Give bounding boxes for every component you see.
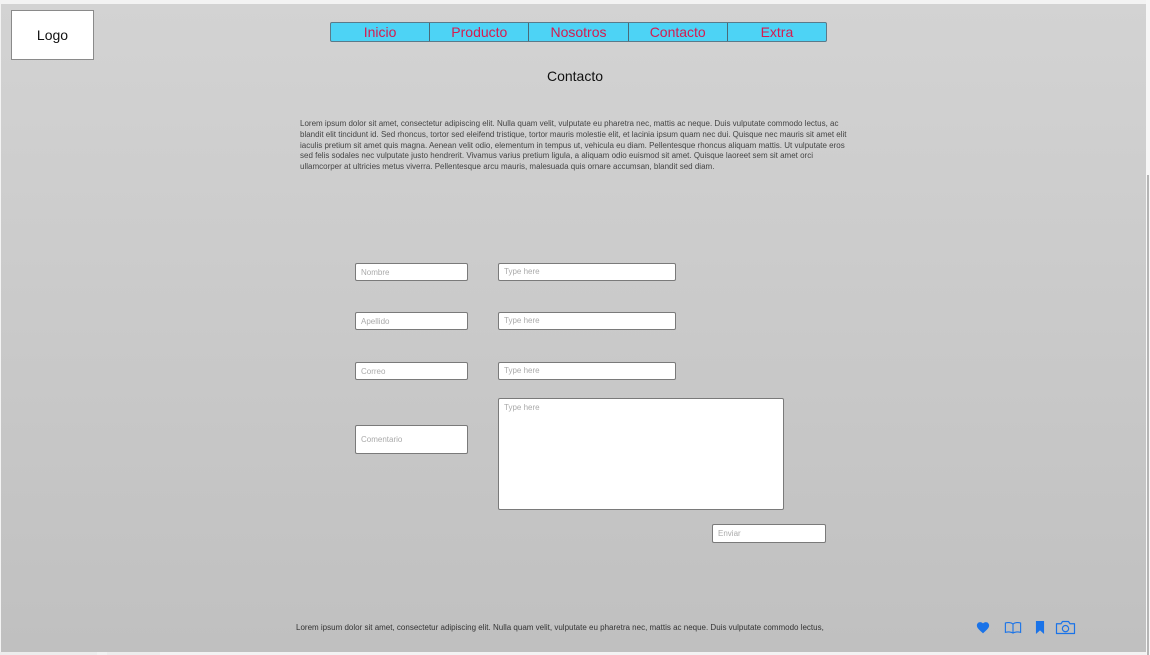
nav-item-contacto[interactable]: Contacto	[629, 23, 728, 41]
nombre-label: Nombre	[355, 263, 468, 281]
apellido-input[interactable]: Type here	[498, 312, 676, 330]
scrollbar-thumb[interactable]	[1147, 175, 1149, 655]
logo[interactable]: Logo	[11, 10, 94, 60]
book-icon[interactable]	[1004, 621, 1022, 634]
camera-icon[interactable]	[1055, 620, 1076, 635]
intro-text: Lorem ipsum dolor sit amet, consectetur …	[300, 119, 847, 172]
heart-icon[interactable]	[976, 621, 990, 634]
submit-button[interactable]: Enviar	[712, 524, 826, 543]
correo-label: Correo	[355, 362, 468, 380]
correo-input[interactable]: Type here	[498, 362, 676, 380]
comentario-textarea[interactable]: Type here	[498, 398, 784, 510]
page-title: Contacto	[546, 68, 604, 84]
comentario-label: Comentario	[355, 425, 468, 454]
logo-label: Logo	[36, 27, 69, 43]
nav-item-nosotros[interactable]: Nosotros	[529, 23, 629, 41]
nav-item-producto[interactable]: Producto	[430, 23, 530, 41]
main-nav: Inicio Producto Nosotros Contacto Extra	[330, 22, 827, 42]
apellido-label: Apellido	[355, 312, 468, 330]
footer-text: Lorem ipsum dolor sit amet, consectetur …	[296, 623, 824, 632]
nav-item-extra[interactable]: Extra	[728, 23, 826, 41]
bookmark-icon[interactable]	[1035, 621, 1045, 634]
nav-item-inicio[interactable]: Inicio	[331, 23, 431, 41]
nombre-input[interactable]: Type here	[498, 263, 676, 281]
